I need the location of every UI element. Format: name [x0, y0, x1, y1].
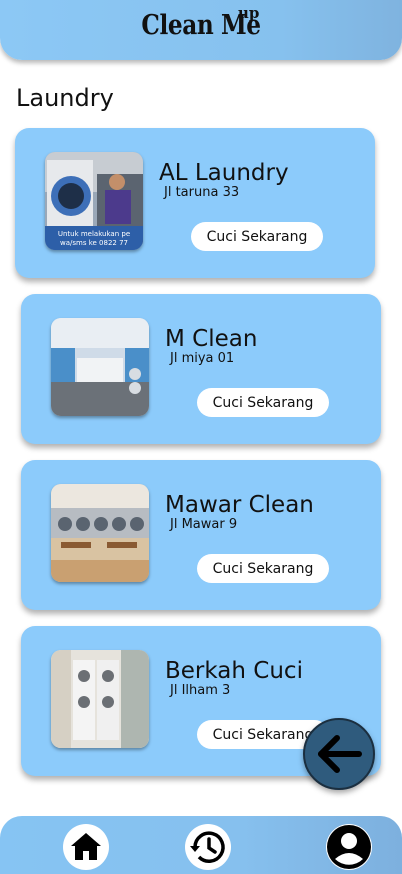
laundry-name: M Clean [165, 326, 258, 352]
image-caption: Untuk melakukan pe wa/sms ke 0822 77 [57, 230, 131, 247]
laundry-name: Berkah Cuci [165, 658, 303, 684]
home-icon [71, 833, 101, 860]
laundry-image [51, 650, 149, 748]
app-title-sup: up [238, 4, 260, 22]
app-header: Clean Me up [0, 0, 402, 60]
nav-history[interactable] [185, 824, 231, 870]
laundry-image: Untuk melakukan pe wa/sms ke 0822 77 [45, 152, 143, 250]
nav-profile[interactable] [326, 824, 372, 870]
wash-now-button[interactable]: Cuci Sekarang [197, 554, 329, 583]
laundry-card[interactable]: Untuk melakukan pe wa/sms ke 0822 77 AL … [15, 128, 375, 278]
bottom-nav [0, 816, 402, 874]
wash-now-button[interactable]: Cuci Sekarang [191, 222, 323, 251]
laundry-name: Mawar Clean [165, 492, 314, 518]
app-title: Clean Me [141, 10, 261, 41]
laundry-card[interactable]: Mawar Clean Jl Mawar 9 Cuci Sekarang [21, 460, 381, 610]
laundry-address: Jl Ilham 3 [170, 683, 231, 698]
section-title: Laundry [16, 84, 114, 112]
laundry-address: Jl miya 01 [170, 351, 235, 366]
wash-now-button[interactable]: Cuci Sekarang [197, 388, 329, 417]
nav-home[interactable] [63, 824, 109, 870]
laundry-image [51, 318, 149, 416]
user-icon [327, 825, 371, 869]
laundry-address: Jl taruna 33 [164, 185, 240, 200]
laundry-address: Jl Mawar 9 [170, 517, 238, 532]
laundry-card[interactable]: M Clean Jl miya 01 Cuci Sekarang [21, 294, 381, 444]
laundry-image [51, 484, 149, 582]
history-icon [190, 831, 225, 863]
back-button[interactable] [303, 718, 375, 790]
arrow-left-icon [318, 735, 362, 773]
laundry-name: AL Laundry [159, 160, 289, 186]
